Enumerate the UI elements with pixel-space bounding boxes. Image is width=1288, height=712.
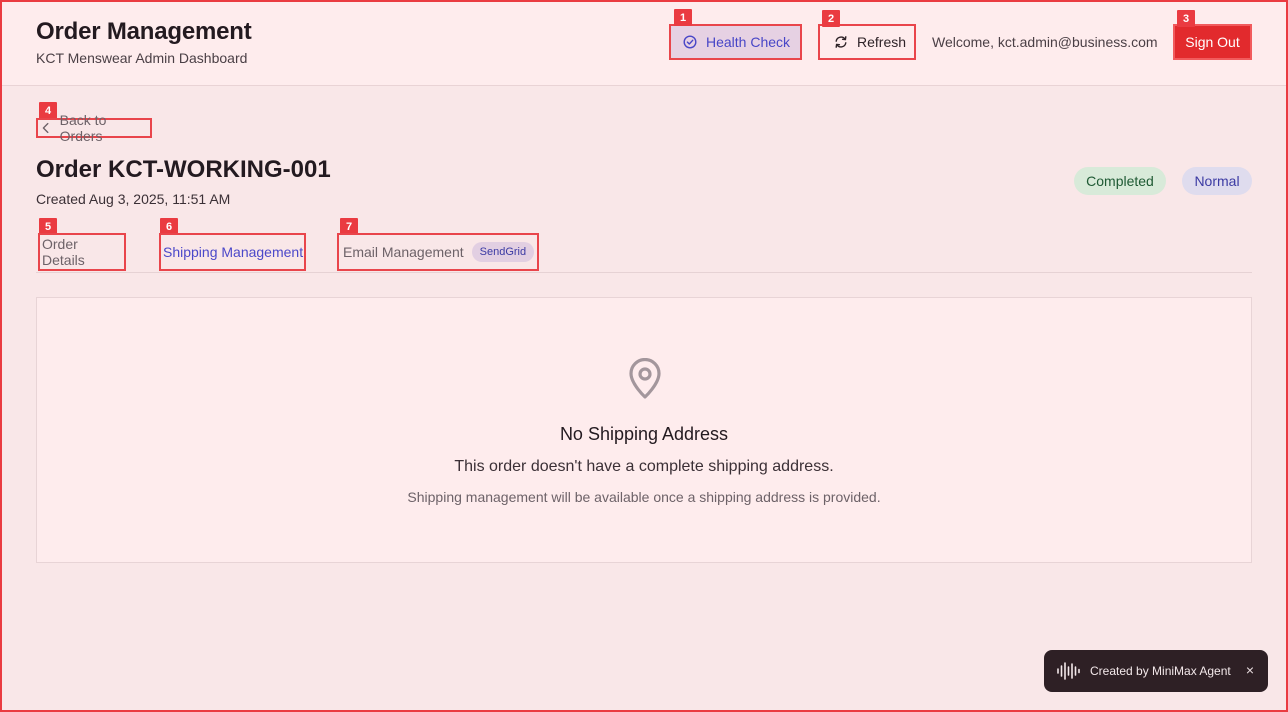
welcome-text: Welcome, kct.admin@business.com xyxy=(932,34,1158,50)
tab-order-details-label: Order Details xyxy=(42,236,85,268)
check-circle-icon xyxy=(683,35,697,49)
refresh-icon xyxy=(835,36,847,48)
tab-email-management[interactable]: Email Management SendGrid xyxy=(337,233,539,271)
top-header: Order Management KCT Menswear Admin Dash… xyxy=(2,2,1286,86)
empty-state-note: Shipping management will be available on… xyxy=(407,489,881,505)
app-title: Order Management xyxy=(36,18,252,45)
toast-close-button[interactable]: × xyxy=(1246,662,1254,678)
status-badge: Completed xyxy=(1074,167,1166,195)
map-pin-icon xyxy=(629,358,661,399)
tabs-divider xyxy=(36,272,1252,273)
empty-state-title: No Shipping Address xyxy=(559,424,729,444)
tab-shipping-management-label: Shipping Management xyxy=(163,244,304,260)
refresh-label: Refresh xyxy=(857,34,907,50)
app-page: Order Management KCT Menswear Admin Dash… xyxy=(0,0,1288,712)
chevron-left-icon xyxy=(42,122,49,134)
sendgrid-badge: SendGrid xyxy=(471,242,535,262)
app-subtitle: KCT Menswear Admin Dashboard xyxy=(36,50,248,66)
audio-wave-icon xyxy=(1057,662,1080,680)
marker-1: 1 xyxy=(674,9,692,26)
health-check-button[interactable]: Health Check xyxy=(669,24,802,60)
shipping-empty-state-card: No Shipping Address This order doesn't h… xyxy=(36,297,1252,563)
marker-3: 3 xyxy=(1177,10,1195,27)
health-check-label: Health Check xyxy=(706,34,791,50)
refresh-button[interactable]: Refresh xyxy=(818,24,916,60)
toast-text: Created by MiniMax Agent xyxy=(1090,664,1231,678)
empty-state-description: This order doesn't have a complete shipp… xyxy=(454,458,834,475)
marker-2: 2 xyxy=(822,10,840,27)
priority-badge: Normal xyxy=(1182,167,1252,195)
order-created-date: Created Aug 3, 2025, 11:51 AM xyxy=(36,191,231,207)
back-to-orders-link[interactable]: Back to Orders xyxy=(36,112,152,144)
tab-shipping-management[interactable]: Shipping Management xyxy=(159,233,306,271)
back-to-orders-label: Back to Orders xyxy=(59,112,107,144)
order-title: Order KCT-WORKING-001 xyxy=(36,156,331,183)
tab-email-management-label: Email Management xyxy=(343,244,464,260)
marker-4: 4 xyxy=(39,102,57,119)
tab-order-details[interactable]: Order Details xyxy=(38,233,126,271)
minimax-agent-toast: Created by MiniMax Agent × xyxy=(1044,650,1268,692)
sign-out-button[interactable]: Sign Out xyxy=(1173,24,1252,60)
